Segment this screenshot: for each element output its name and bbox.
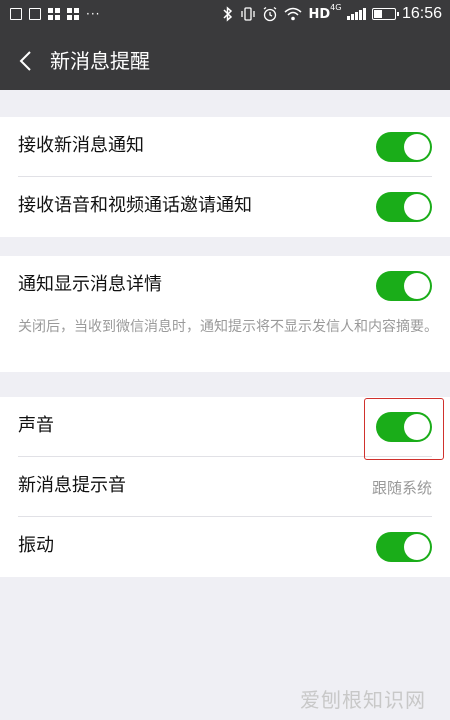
notification-settings-group: 接收新消息通知 接收语音和视频通话邀请通知 [0,117,450,237]
signal-icon [347,8,366,20]
message-detail-hint: 关闭后，当收到微信消息时，通知提示将不显示发信人和内容摘要。 [18,319,438,335]
receive-new-message-toggle[interactable] [376,132,432,162]
clock: 16:56 [401,5,442,22]
message-detail-group: 通知显示消息详情 [0,256,450,372]
nav-bar: 新消息提醒 [0,32,450,90]
alarm-icon [264,6,277,22]
network-type-label: HD [308,6,331,22]
show-message-detail-row[interactable]: 通知显示消息详情 [0,256,450,316]
sound-label: 声音 [18,415,54,436]
sound-toggle-highlight [364,398,444,460]
call-invite-notification-row[interactable]: 接收语音和视频通话邀请通知 [0,177,450,237]
page-title: 新消息提醒 [50,49,150,73]
notification-icons: ··· [10,8,100,20]
vibrate-icon [241,7,256,21]
receive-new-message-label: 接收新消息通知 [18,135,144,156]
chevron-left-icon[interactable] [14,48,40,74]
bluetooth-icon [223,6,233,22]
app-grid-icon [67,8,79,20]
watermark: 爱刨根知识网 [300,688,426,712]
wifi-icon [284,7,302,21]
more-notifications-icon: ··· [86,7,101,21]
show-message-detail-toggle[interactable] [376,271,432,301]
app-grid-icon [48,8,60,20]
status-bar: ··· HD4G 16:56 [0,0,450,32]
notification-tone-value: 跟随系统 [371,479,432,497]
vibrate-row[interactable]: 振动 [0,517,450,577]
call-invite-notification-toggle[interactable] [376,192,432,222]
call-invite-notification-label: 接收语音和视频通话邀请通知 [18,195,252,216]
show-message-detail-label: 通知显示消息详情 [18,274,162,295]
vibrate-label: 振动 [18,535,54,556]
vibrate-toggle[interactable] [376,532,432,562]
image-notification-icon [10,8,22,20]
receive-new-message-row[interactable]: 接收新消息通知 [0,117,450,177]
battery-level [373,10,382,18]
network-generation-label: 4G [330,2,342,12]
notification-tone-row[interactable]: 新消息提示音 跟随系统 [0,457,450,517]
system-icons: HD4G 16:56 [222,2,442,23]
battery-icon [371,8,399,20]
image-notification-icon [29,8,41,20]
notification-tone-label: 新消息提示音 [18,475,126,496]
